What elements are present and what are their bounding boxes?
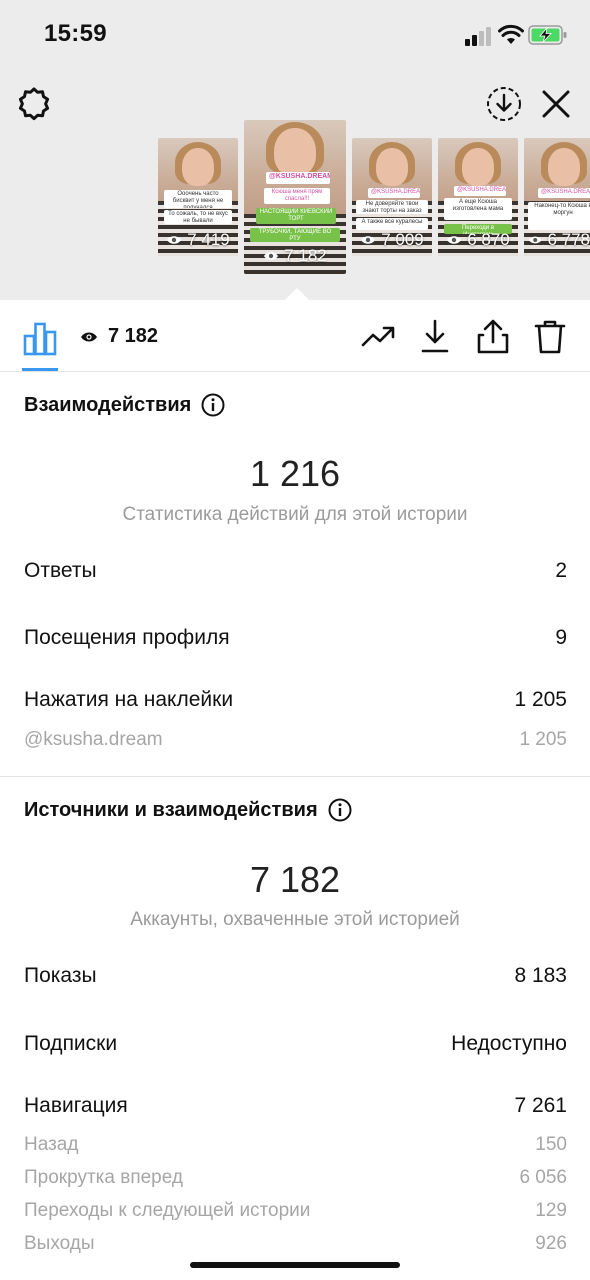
eye-icon — [447, 236, 462, 244]
settings-gear-icon[interactable] — [16, 86, 52, 122]
info-icon[interactable] — [328, 798, 352, 822]
story-sticker-text: @KSUSHA.DREAM — [266, 172, 330, 184]
status-bar: 15:59 — [0, 0, 590, 70]
story-views: 7 182 — [244, 246, 346, 266]
promote-trend-icon[interactable] — [360, 318, 396, 354]
interactions-total: 1 216 — [249, 453, 341, 494]
eye-icon — [264, 252, 279, 260]
stat-subrow-forward: Прокрутка вперед 6 056 — [24, 1167, 567, 1188]
home-indicator[interactable] — [190, 1262, 400, 1268]
story-sticker-text: А также все куралесы — [356, 218, 428, 230]
stat-row-profile-visits: Посещения профиля 9 — [24, 626, 567, 649]
story-carousel-area: 15:59 Ооочень часто бисквит у меня не по… — [0, 0, 590, 301]
eye-icon — [81, 332, 97, 341]
save-to-device-icon[interactable] — [486, 86, 522, 122]
story-sticker-text: @KSUSHA.DREAM — [454, 186, 506, 196]
reach-total: 7 182 — [249, 859, 341, 900]
story-sticker-text: @KSUSHA.DREAM — [538, 188, 590, 198]
story-views: 6 870 — [438, 230, 518, 250]
trash-icon[interactable] — [532, 318, 568, 354]
story-sticker-text: А еще Ксюша изготовлена мама — [444, 198, 512, 220]
interactions-caption: Статистика действий для этой истории — [122, 504, 468, 525]
section-divider — [0, 776, 590, 777]
story-sticker-text: То сожаль, то не вкус не бывали — [164, 210, 232, 224]
battery-charging-icon — [528, 25, 567, 45]
story-thumbnail[interactable]: @KSUSHA.DREAM Не доверяйте твои знают то… — [352, 138, 432, 256]
eye-icon — [528, 236, 542, 244]
stat-row-sticker-taps: Нажатия на наклейки 1 205 — [24, 688, 567, 711]
eye-icon — [167, 236, 182, 244]
story-sticker-text: ТРУБОЧКИ, ТАЮЩИЕ ВО РТУ — [250, 228, 340, 242]
reach-caption: Аккаунты, охваченные этой историей — [130, 909, 460, 930]
stat-subrow-exits: Выходы 926 — [24, 1233, 567, 1254]
story-sticker-text: Не доверяйте твои знают торты на заказ — [356, 200, 428, 214]
stat-row-replies: Ответы 2 — [24, 559, 567, 582]
story-thumbnail-selected[interactable]: @KSUSHA.DREAM Ксюша меня прям спасла!!! … — [244, 120, 346, 274]
eye-icon — [361, 236, 376, 244]
viewers-count: 7 182 — [108, 325, 159, 347]
close-icon[interactable] — [540, 88, 572, 120]
download-icon[interactable] — [417, 318, 453, 354]
status-time: 15:59 — [44, 20, 107, 47]
stat-row-navigation: Навигация 7 261 — [24, 1094, 567, 1117]
story-views: 7 009 — [352, 230, 432, 250]
story-sticker-text: НАСТОЯЩИЙ КИЕВСКИЙ ТОРТ — [256, 208, 336, 224]
stat-subrow-mention[interactable]: @ksusha.dream 1 205 — [24, 729, 567, 751]
share-icon[interactable] — [475, 318, 511, 354]
viewers-count-button[interactable]: 7 182 — [80, 325, 158, 348]
story-thumbnail[interactable]: @KSUSHA.DREAM А еще Ксюша изготовлена ма… — [438, 138, 518, 256]
stat-row-follows: Подписки Недоступно — [24, 1032, 567, 1055]
discovery-section-title: Источники и взаимодействия — [24, 798, 352, 822]
cellular-signal-icon — [465, 27, 491, 46]
story-sticker-text: Наконец-то Ксюша в моргун — [528, 202, 590, 230]
story-sticker-text: Ооочень часто бисквит у меня не получалс… — [164, 190, 232, 208]
story-views: 7 419 — [158, 230, 238, 250]
insights-bar-chart-icon[interactable] — [22, 320, 58, 356]
stat-row-impressions: Показы 8 183 — [24, 964, 567, 987]
story-views: 6 778 — [524, 230, 590, 250]
story-thumbnail[interactable]: Ооочень часто бисквит у меня не получалс… — [158, 138, 238, 256]
story-sticker-text: Ксюша меня прям спасла!!! — [264, 188, 330, 204]
stat-subrow-back: Назад 150 — [24, 1134, 567, 1155]
info-icon[interactable] — [201, 393, 225, 417]
stat-subrow-next-story: Переходы к следующей истории 129 — [24, 1200, 567, 1221]
story-thumbnail[interactable]: @KSUSHA.DREAM Наконец-то Ксюша в моргун … — [524, 138, 590, 256]
story-sticker-text: @KSUSHA.DREAM — [368, 188, 420, 198]
active-tab-indicator — [22, 368, 58, 371]
wifi-icon — [498, 24, 524, 44]
interactions-section-title: Взаимодействия — [24, 393, 225, 417]
insights-toolbar: 7 182 — [0, 300, 590, 372]
